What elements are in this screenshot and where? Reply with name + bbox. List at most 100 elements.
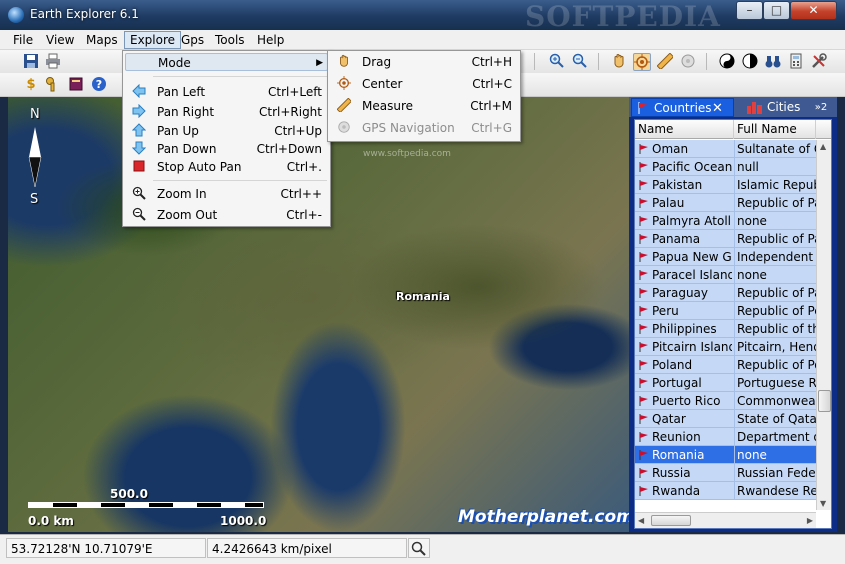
table-row[interactable]: Pacific Ocean null bbox=[635, 158, 816, 176]
zoom-in-icon[interactable] bbox=[548, 53, 566, 71]
menu-item-label: Center bbox=[362, 77, 403, 91]
country-name-cell: Reunion bbox=[652, 430, 701, 444]
table-row[interactable]: Panama Republic of Panama bbox=[635, 230, 816, 248]
ruler-measure-icon[interactable] bbox=[656, 52, 675, 71]
table-row[interactable]: Palau Republic of Palau bbox=[635, 194, 816, 212]
menu-tools[interactable]: Tools bbox=[210, 31, 250, 49]
menu-item-zoom-out[interactable]: Zoom Out Ctrl+- bbox=[125, 206, 328, 224]
mode-submenu: Drag Ctrl+H Center Ctrl+C Measure Ctrl+M… bbox=[327, 50, 521, 142]
key-icon[interactable] bbox=[44, 76, 62, 94]
menu-item-shortcut: Ctrl+. bbox=[286, 160, 322, 174]
menu-item-stop-auto-pan[interactable]: Stop Auto Pan Ctrl+. bbox=[125, 158, 328, 176]
tab-cities[interactable]: Cities bbox=[739, 98, 807, 117]
menu-item-shortcut: Ctrl+M bbox=[470, 99, 512, 113]
menu-item-drag[interactable]: Drag Ctrl+H bbox=[330, 53, 518, 71]
map-place-label[interactable]: Romania bbox=[396, 290, 450, 303]
flag-icon bbox=[639, 450, 648, 460]
contrast-icon[interactable] bbox=[741, 53, 759, 71]
table-row[interactable]: Portugal Portuguese Republic bbox=[635, 374, 816, 392]
table-row[interactable]: Palmyra Atoll none bbox=[635, 212, 816, 230]
scroll-left-icon[interactable]: ◀ bbox=[638, 516, 644, 525]
table-row[interactable]: Romania none bbox=[635, 446, 816, 464]
flag-icon bbox=[639, 144, 648, 154]
maximize-button[interactable]: □ bbox=[763, 1, 790, 20]
minimize-button[interactable]: – bbox=[736, 1, 763, 20]
menu-item-label: Pan Left bbox=[157, 85, 206, 99]
country-full-name-cell: Independent State bbox=[734, 248, 816, 265]
menu-item-zoom-in[interactable]: Zoom In Ctrl++ bbox=[125, 185, 328, 203]
scroll-down-icon[interactable]: ▼ bbox=[820, 499, 826, 508]
earth-app-icon bbox=[8, 7, 24, 23]
calculator-icon[interactable] bbox=[787, 53, 805, 71]
column-header-full-name[interactable]: Full Name bbox=[734, 120, 816, 139]
scrollbar-thumb[interactable] bbox=[651, 515, 691, 526]
tools-icon[interactable] bbox=[810, 53, 828, 71]
tab-overflow[interactable]: »2 bbox=[807, 98, 835, 117]
table-row[interactable]: Philippines Republic of the bbox=[635, 320, 816, 338]
flag-icon bbox=[639, 360, 648, 370]
scroll-right-icon[interactable]: ▶ bbox=[807, 516, 813, 525]
vertical-scrollbar[interactable]: ▲ ▼ bbox=[816, 140, 831, 510]
table-row[interactable]: Qatar State of Qatar bbox=[635, 410, 816, 428]
gps-navigation-icon[interactable] bbox=[679, 53, 697, 71]
book-icon[interactable] bbox=[67, 76, 85, 94]
menu-maps[interactable]: Maps bbox=[81, 31, 123, 49]
toolbar-separator bbox=[534, 53, 535, 70]
menu-gps[interactable]: Gps bbox=[176, 31, 209, 49]
scrollbar-thumb[interactable] bbox=[818, 390, 831, 412]
menu-item-shortcut: Ctrl+Down bbox=[256, 142, 322, 156]
table-row[interactable]: Peru Republic of Peru bbox=[635, 302, 816, 320]
hand-drag-icon[interactable] bbox=[610, 53, 628, 71]
flag-icon bbox=[639, 162, 648, 172]
menu-item-pan-left[interactable]: Pan Left Ctrl+Left bbox=[125, 83, 328, 101]
menu-item-measure[interactable]: Measure Ctrl+M bbox=[330, 97, 518, 115]
table-row[interactable]: Pakistan Islamic Republic bbox=[635, 176, 816, 194]
menu-item-shortcut: Ctrl+Left bbox=[268, 85, 322, 99]
table-row[interactable]: Reunion Department of bbox=[635, 428, 816, 446]
menu-item-label: Zoom Out bbox=[157, 208, 218, 222]
help-icon[interactable]: ? bbox=[90, 76, 108, 94]
binoculars-icon[interactable] bbox=[764, 53, 782, 71]
table-row[interactable]: Paracel Islandsnone bbox=[635, 266, 816, 284]
yin-yang-icon[interactable] bbox=[718, 53, 736, 71]
country-name-cell: Palmyra Atoll bbox=[652, 214, 731, 228]
table-row[interactable]: Poland Republic of Poland bbox=[635, 356, 816, 374]
dollar-icon[interactable]: $ bbox=[22, 76, 40, 94]
horizontal-scrollbar[interactable]: ◀ ▶ bbox=[635, 512, 816, 528]
column-header-name[interactable]: Name bbox=[635, 120, 734, 139]
flag-icon bbox=[639, 432, 648, 442]
country-full-name-cell: none bbox=[734, 212, 816, 229]
menu-item-pan-up[interactable]: Pan Up Ctrl+Up bbox=[125, 122, 328, 140]
scroll-up-icon[interactable]: ▲ bbox=[820, 142, 826, 151]
menu-item-center[interactable]: Center Ctrl+C bbox=[330, 75, 518, 93]
menu-view[interactable]: View bbox=[41, 31, 79, 49]
table-row[interactable]: Rwanda Rwandese Republic bbox=[635, 482, 816, 500]
table-row[interactable]: Puerto Rico Commonwealth bbox=[635, 392, 816, 410]
menu-item-pan-down[interactable]: Pan Down Ctrl+Down bbox=[125, 140, 328, 158]
zoom-out-icon[interactable] bbox=[571, 53, 589, 71]
stop-icon bbox=[131, 159, 147, 175]
table-row[interactable]: Paraguay Republic of Paraguay bbox=[635, 284, 816, 302]
menu-item-mode[interactable]: Mode ▶ bbox=[125, 53, 328, 71]
menu-item-pan-right[interactable]: Pan Right Ctrl+Right bbox=[125, 103, 328, 121]
print-icon[interactable] bbox=[44, 53, 62, 71]
table-row[interactable]: Russia Russian Federation bbox=[635, 464, 816, 482]
search-button[interactable] bbox=[408, 538, 430, 558]
svg-text:?: ? bbox=[96, 78, 102, 91]
menu-explore[interactable]: Explore bbox=[124, 31, 182, 49]
country-name-cell: Pakistan bbox=[652, 178, 703, 192]
scale-mid-label: 500.0 bbox=[110, 487, 148, 501]
close-button[interactable]: ✕ bbox=[790, 1, 837, 20]
table-row[interactable]: Oman Sultanate of Oman bbox=[635, 140, 816, 158]
table-row[interactable]: Pitcairn IslandsPitcairn, Henderson bbox=[635, 338, 816, 356]
panel-tabs: Countries ✕ Cities »2 bbox=[629, 97, 837, 117]
center-target-icon[interactable] bbox=[633, 53, 651, 71]
compass-icon bbox=[28, 127, 42, 187]
tab-close-icon[interactable]: ✕ bbox=[712, 99, 723, 118]
save-icon[interactable] bbox=[22, 53, 40, 71]
menu-help[interactable]: Help bbox=[252, 31, 289, 49]
menu-file[interactable]: File bbox=[8, 31, 38, 49]
table-row[interactable]: Papua New G...Independent State bbox=[635, 248, 816, 266]
flag-icon bbox=[639, 414, 648, 424]
tab-countries[interactable]: Countries ✕ bbox=[631, 98, 734, 117]
